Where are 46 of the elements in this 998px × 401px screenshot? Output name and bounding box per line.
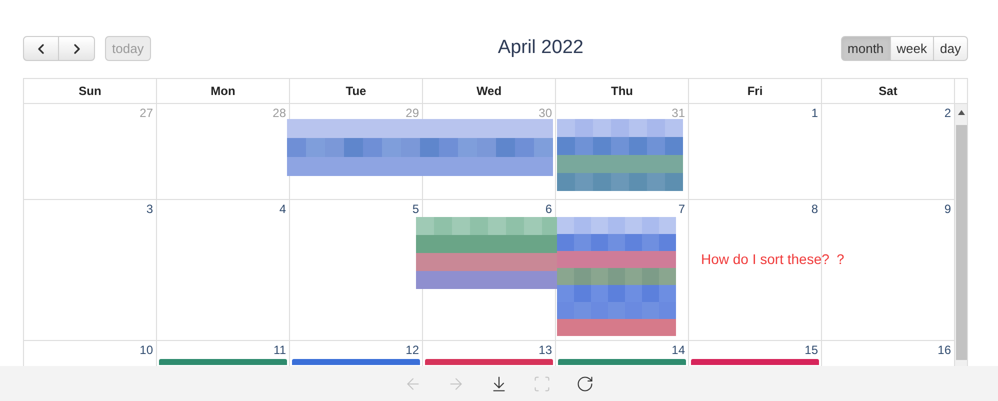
weekday-header: Fri: [689, 79, 822, 103]
rotate-icon: [576, 374, 594, 392]
weekday-header: Sat: [822, 79, 955, 103]
day-number: 30: [538, 106, 552, 120]
calendar-event[interactable]: [425, 359, 553, 365]
day-number: 3: [146, 202, 153, 216]
next-button[interactable]: [59, 36, 95, 61]
day-number: 15: [804, 343, 818, 357]
weekday-header: Sun: [24, 79, 157, 103]
day-number: 13: [538, 343, 552, 357]
day-number: 16: [938, 343, 951, 357]
weekday-header: Tue: [290, 79, 423, 103]
weekday-header: Mon: [157, 79, 290, 103]
day-number: 29: [406, 106, 419, 120]
scrollbar-thumb[interactable]: [956, 125, 966, 360]
frame-icon: [533, 374, 551, 392]
scroll-up-icon: [958, 110, 964, 115]
day-number: 10: [140, 343, 153, 357]
weekday-header: Wed: [423, 79, 556, 103]
day-number: 5: [412, 202, 419, 216]
day-number: 28: [272, 106, 286, 120]
previous-button[interactable]: [23, 36, 59, 61]
weekday-header: Thu: [556, 79, 689, 103]
calendar-event[interactable]: [292, 359, 420, 365]
day-number: 2: [944, 106, 951, 120]
calendar-event[interactable]: [558, 359, 686, 365]
calendar-event[interactable]: [691, 359, 819, 365]
rotate-button[interactable]: [575, 374, 595, 394]
view-tab[interactable]: day: [934, 36, 968, 61]
calendar-event[interactable]: [159, 359, 287, 365]
day-number: 6: [545, 202, 552, 216]
day-number: 31: [672, 106, 685, 120]
calendar-title: April 2022: [496, 36, 584, 60]
annotation-text: How do I sort these? ？: [701, 250, 848, 269]
day-number: 7: [678, 202, 685, 216]
day-number: 1: [811, 106, 818, 120]
day-number: 4: [279, 202, 286, 216]
day-number: 11: [274, 343, 286, 357]
day-number: 27: [140, 106, 153, 120]
day-number: 9: [944, 202, 951, 216]
day-number: 8: [811, 202, 818, 216]
view-tab[interactable]: month: [840, 36, 891, 61]
view-tab[interactable]: week: [890, 36, 934, 61]
day-number: 14: [672, 343, 685, 357]
day-number: 12: [406, 343, 419, 357]
download-icon: [490, 374, 508, 392]
